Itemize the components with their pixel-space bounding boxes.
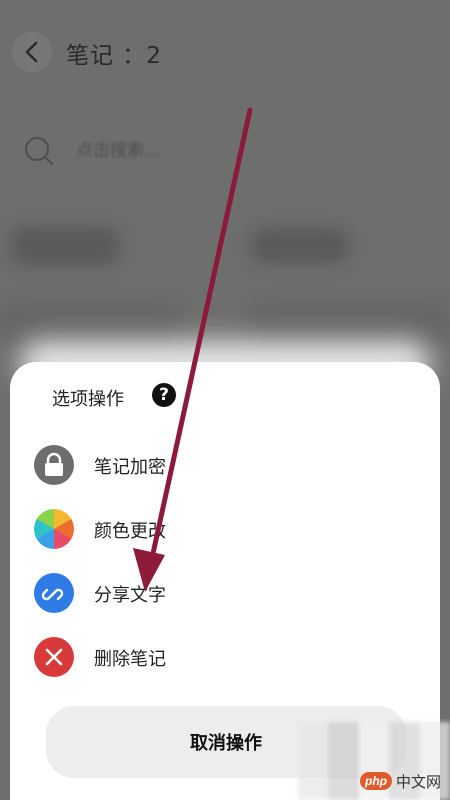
blurred-note-content [10,226,120,266]
link-icon [34,573,74,613]
menu-item-label: 颜色更改 [94,521,166,542]
menu-item-encrypt-note[interactable]: 笔记加密 [30,440,420,492]
watermark-logo: php 中文网 [360,768,441,794]
watermark-site: 中文网 [396,772,442,791]
page-title: 笔记 ：2 [66,43,162,69]
color-wheel-icon [34,509,74,549]
menu-item-label: 删除笔记 [94,649,166,670]
sheet-title: 选项操作 [52,389,124,410]
menu-item-change-color[interactable]: 颜色更改 [30,504,420,556]
menu-item-label: 笔记加密 [94,457,166,478]
search-icon [25,137,53,165]
lock-icon [34,445,74,485]
blurred-note-content [250,228,350,264]
back-button[interactable] [12,32,52,72]
top-bar: 笔记 ：2 [0,20,450,86]
delete-x-icon [34,637,74,677]
help-icon[interactable]: ? [152,383,176,407]
search-bar[interactable]: 点击搜索... [0,118,450,178]
watermark-badge: php [360,772,392,790]
search-placeholder: 点击搜索... [76,141,161,161]
menu-item-label: 分享文字 [94,585,166,606]
menu-item-share-text[interactable]: 分享文字 [30,568,420,620]
watermark: php 中文网 [298,722,450,800]
chevron-left-icon [25,41,38,63]
edge-mark [2,378,8,388]
menu-item-delete-note[interactable]: 删除笔记 [30,632,420,684]
